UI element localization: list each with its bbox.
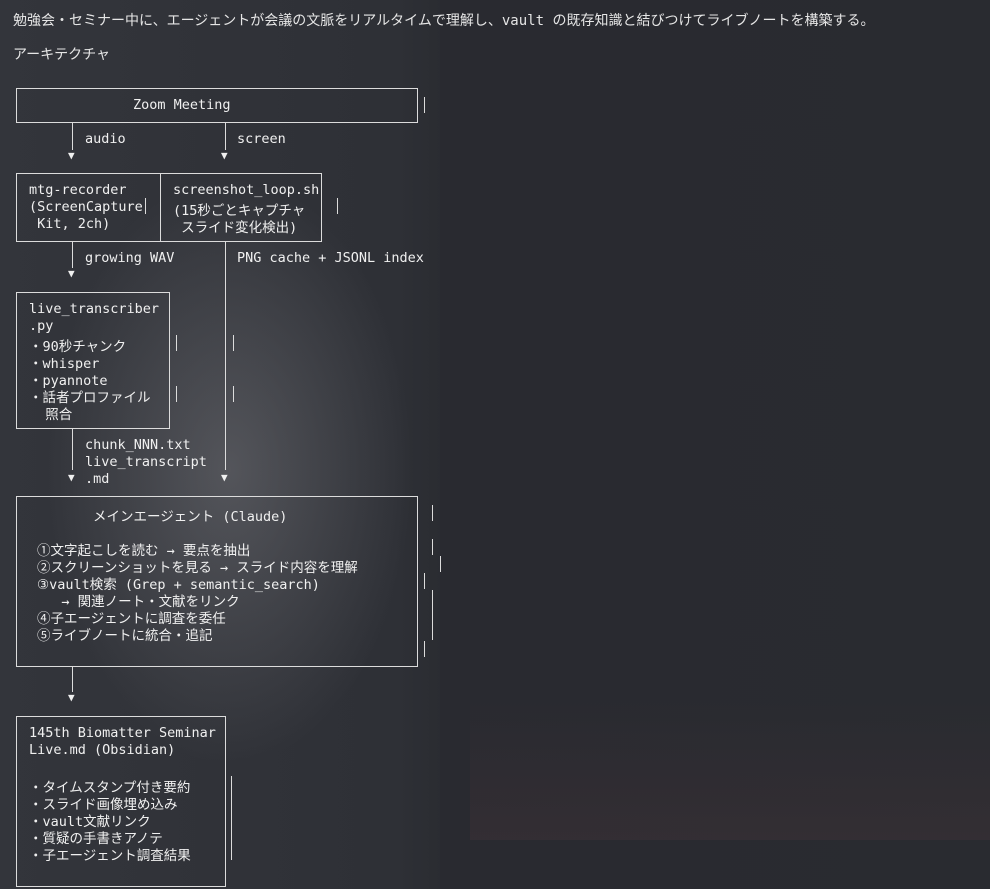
audio-arrow-head: ▼ bbox=[68, 149, 75, 162]
audio-label: audio bbox=[85, 131, 126, 147]
box-edge-mark bbox=[424, 641, 425, 657]
chunk-connector bbox=[72, 429, 73, 470]
screen-label: screen bbox=[237, 131, 286, 147]
png-cache-label: PNG cache + JSONL index bbox=[237, 250, 424, 266]
box-edge-mark bbox=[424, 573, 425, 589]
screenshot-line-3: スライド変化検出) bbox=[173, 220, 298, 236]
section-title: アーキテクチャ bbox=[13, 47, 111, 63]
note-item-5: ・子エージェント調査結果 bbox=[29, 848, 191, 864]
note-title-1: 145th Biomatter Seminar bbox=[29, 725, 216, 741]
growing-wav-label: growing WAV bbox=[85, 250, 175, 266]
recorder-line-1: mtg-recorder bbox=[29, 182, 127, 198]
zoom-meeting-title: Zoom Meeting bbox=[133, 97, 231, 113]
transcriber-line-2: .py bbox=[29, 318, 54, 334]
chunk-label-3: .md bbox=[85, 471, 110, 487]
box-edge-mark bbox=[176, 386, 177, 402]
connector-mark bbox=[233, 335, 234, 351]
box-edge-mark bbox=[424, 97, 425, 113]
chunk-label-1: chunk_NNN.txt bbox=[85, 437, 191, 453]
note-arrow-head: ▼ bbox=[68, 691, 75, 704]
connector-mark bbox=[233, 386, 234, 402]
box-edge-mark bbox=[176, 335, 177, 351]
chunk-label-2: live_transcript bbox=[85, 454, 207, 470]
box-edge-mark bbox=[432, 539, 433, 555]
wav-connector bbox=[72, 242, 73, 268]
agent-step-5: ⑤ライブノートに統合・追記 bbox=[37, 628, 213, 644]
box-edge-mark bbox=[440, 556, 441, 572]
transcriber-line-1: live_transcriber bbox=[29, 301, 160, 317]
box-edge-mark bbox=[337, 198, 338, 214]
box-edge-mark bbox=[145, 198, 146, 214]
box-edge-mark bbox=[432, 590, 433, 640]
note-title-2: Live.md (Obsidian) bbox=[29, 742, 176, 758]
agent-title: メインエージェント (Claude) bbox=[93, 509, 288, 525]
note-connector bbox=[72, 667, 73, 692]
screen-connector bbox=[225, 123, 226, 150]
recorder-line-3: Kit, 2ch) bbox=[29, 216, 111, 232]
chunk-arrow-head: ▼ bbox=[68, 471, 75, 484]
box-edge-mark bbox=[432, 505, 433, 521]
audio-connector bbox=[72, 123, 73, 150]
box-edge-mark bbox=[231, 776, 232, 860]
description-text: 勉強会・セミナー中に、エージェントが会議の文脈をリアルタイムで理解し、vault… bbox=[13, 13, 875, 29]
screen-arrow-head: ▼ bbox=[221, 149, 228, 162]
screenshot-line-1: screenshot_loop.sh bbox=[173, 182, 320, 198]
transcriber-line-7: 照合 bbox=[29, 407, 73, 423]
recorder-line-2: (ScreenCapture bbox=[29, 199, 143, 215]
png-arrow-head: ▼ bbox=[221, 471, 228, 484]
wav-arrow-head: ▼ bbox=[68, 267, 75, 280]
background-tone bbox=[470, 700, 990, 840]
png-cache-connector bbox=[225, 242, 226, 470]
